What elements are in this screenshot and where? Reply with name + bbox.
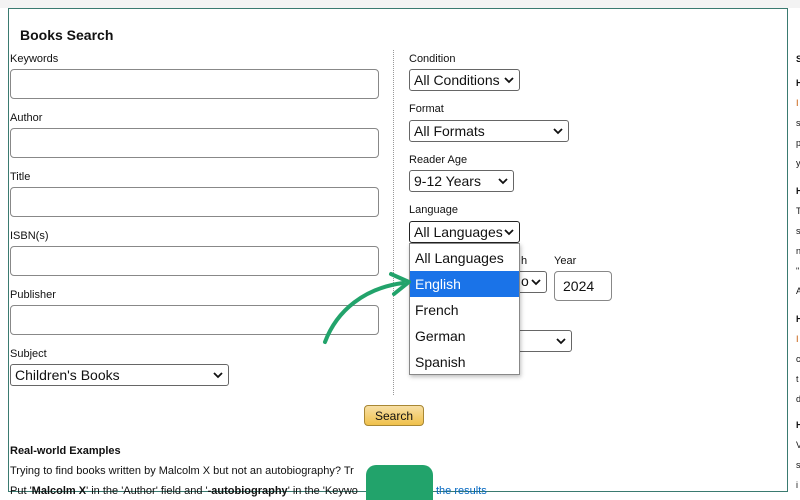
sidebar-letter: T xyxy=(796,206,800,216)
language-option-spanish[interactable]: Spanish xyxy=(410,349,519,375)
chevron-down-icon xyxy=(213,372,223,379)
sidebar-letter: d xyxy=(796,394,800,404)
sidebar-letter: c xyxy=(796,354,800,364)
sidebar-letter: y xyxy=(796,158,800,168)
chevron-down-icon xyxy=(531,279,541,286)
examples-line-1: Trying to find books written by Malcolm … xyxy=(10,465,354,477)
results-link[interactable]: the results xyxy=(436,485,487,497)
top-strip xyxy=(0,0,800,8)
annotation-arrow-icon xyxy=(323,272,411,344)
sidebar-letter: s xyxy=(796,460,800,470)
sidebar-letter: t xyxy=(796,374,799,384)
format-select[interactable]: All Formats xyxy=(409,120,569,142)
chevron-down-icon xyxy=(498,178,508,185)
language-select[interactable]: All Languages xyxy=(409,221,520,243)
author-label: Author xyxy=(10,112,43,124)
publisher-label: Publisher xyxy=(10,289,56,301)
sidebar-letter: V xyxy=(796,440,800,450)
author-input[interactable] xyxy=(10,128,379,158)
sidebar-letter: H xyxy=(796,314,800,324)
condition-select[interactable]: All Conditions xyxy=(409,69,520,91)
example-text: ' in the 'Keywo xyxy=(287,485,358,497)
sidebar-letter: i xyxy=(796,480,798,490)
language-option-french[interactable]: French xyxy=(410,297,519,323)
format-select-value: All Formats xyxy=(414,123,485,139)
sidebar-letter: s xyxy=(796,226,800,236)
language-select-value: All Languages xyxy=(414,224,503,240)
title-input[interactable] xyxy=(10,187,379,217)
sidebar-letter: s xyxy=(796,118,800,128)
condition-label: Condition xyxy=(409,53,456,65)
chevron-down-icon xyxy=(556,338,566,345)
sidebar-letter: n xyxy=(796,246,800,256)
language-option-english[interactable]: English xyxy=(410,271,519,297)
sidebar-letter: S xyxy=(796,54,800,64)
sidebar-letter: H xyxy=(796,420,800,430)
sidebar-letter: I xyxy=(796,334,799,344)
reader-age-label: Reader Age xyxy=(409,154,468,166)
language-dropdown-list: All Languages English French German Span… xyxy=(409,243,520,375)
chevron-down-icon xyxy=(504,77,514,84)
sidebar-letter: p xyxy=(796,138,800,148)
format-label: Format xyxy=(409,103,444,115)
keywords-label: Keywords xyxy=(10,53,59,65)
sidebar-letter: I xyxy=(796,98,799,108)
month-select-value: o xyxy=(521,273,529,289)
subject-select-value: Children's Books xyxy=(15,367,120,383)
sidebar-letter: H xyxy=(796,186,800,196)
language-option-german[interactable]: German xyxy=(410,323,519,349)
right-sidebar-clipped: S H I s p y H T s n " A H I c t d H V s … xyxy=(790,0,800,500)
keywords-input[interactable] xyxy=(10,69,379,99)
reader-age-select[interactable]: 9-12 Years xyxy=(409,170,514,192)
chevron-down-icon xyxy=(504,229,514,236)
example-text: Put ' xyxy=(10,485,32,497)
example-bold-keyword: -autobiography xyxy=(207,485,288,497)
sidebar-letter: A xyxy=(796,286,800,296)
sidebar-letter: H xyxy=(796,78,800,88)
example-text: ' in the 'Author' field and ' xyxy=(86,485,208,497)
isbn-label: ISBN(s) xyxy=(10,230,49,242)
year-label: Year xyxy=(554,255,577,267)
language-option-all[interactable]: All Languages xyxy=(410,245,519,271)
form-title: Books Search xyxy=(20,27,114,43)
sidebar-letter: " xyxy=(796,266,800,276)
search-button[interactable]: Search xyxy=(364,405,424,426)
examples-line-2: Put 'Malcolm X' in the 'Author' field an… xyxy=(10,485,358,497)
title-label: Title xyxy=(10,171,31,183)
year-input[interactable]: 2024 xyxy=(554,271,612,301)
example-bold-author: Malcolm X xyxy=(31,485,87,497)
reader-age-select-value: 9-12 Years xyxy=(414,173,481,189)
subject-label: Subject xyxy=(10,348,47,360)
month-label: h xyxy=(521,255,528,267)
subject-select[interactable]: Children's Books xyxy=(10,364,229,386)
examples-title: Real-world Examples xyxy=(10,445,121,457)
chevron-down-icon xyxy=(553,128,563,135)
watermark-logo xyxy=(366,465,433,500)
language-label: Language xyxy=(409,204,458,216)
condition-select-value: All Conditions xyxy=(414,72,500,88)
